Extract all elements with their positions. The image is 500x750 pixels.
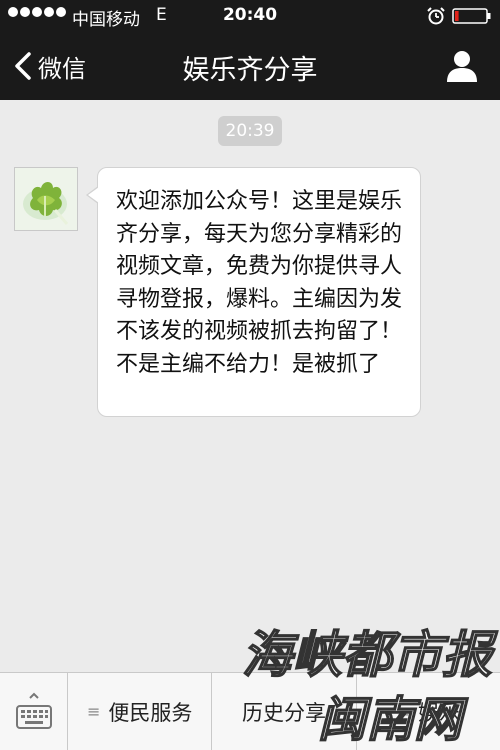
menu-item-label: 娱乐: [418, 700, 461, 725]
menu-list-icon: ≡: [396, 702, 411, 721]
message-bubble: 欢迎添加公众号！这里是娱乐齐分享，每天为您分享精彩的视频文章，免费为你提供寻人寻…: [97, 167, 421, 417]
lettuce-image: [15, 168, 77, 230]
menu-list-icon: ≡: [86, 702, 101, 721]
keyboard-toggle-button[interactable]: [0, 673, 68, 750]
menu-item-label: 历史分享: [241, 700, 326, 725]
bottom-menu: ≡ 便民服务 历史分享 ≡ 娱乐: [0, 672, 500, 750]
person-icon[interactable]: [444, 48, 480, 84]
avatar[interactable]: [14, 167, 78, 231]
app-header: 中国移动 E 20:40 微信 娱乐齐分享: [0, 0, 500, 100]
menu-item-label: 便民服务: [108, 700, 193, 725]
menu-item-convenience-services[interactable]: ≡ 便民服务: [68, 673, 213, 750]
battery-icon: [452, 8, 491, 24]
alarm-clock-icon: [427, 7, 445, 25]
page-title: 娱乐齐分享: [182, 55, 318, 86]
status-bar: 中国移动 E 20:40: [0, 0, 500, 32]
menu-item-entertainment[interactable]: ≡ 娱乐: [357, 673, 500, 750]
menu-item-history-share[interactable]: 历史分享: [212, 673, 357, 750]
bubble-tail-inner: [88, 187, 99, 203]
keyboard-icon: [15, 692, 52, 729]
message-timestamp: 20:39: [218, 116, 282, 146]
message-text: 欢迎添加公众号！这里是娱乐齐分享，每天为您分享精彩的视频文章，免费为你提供寻人寻…: [116, 189, 403, 377]
status-clock: 20:40: [222, 5, 278, 25]
nav-bar: 微信 娱乐齐分享: [0, 32, 500, 100]
